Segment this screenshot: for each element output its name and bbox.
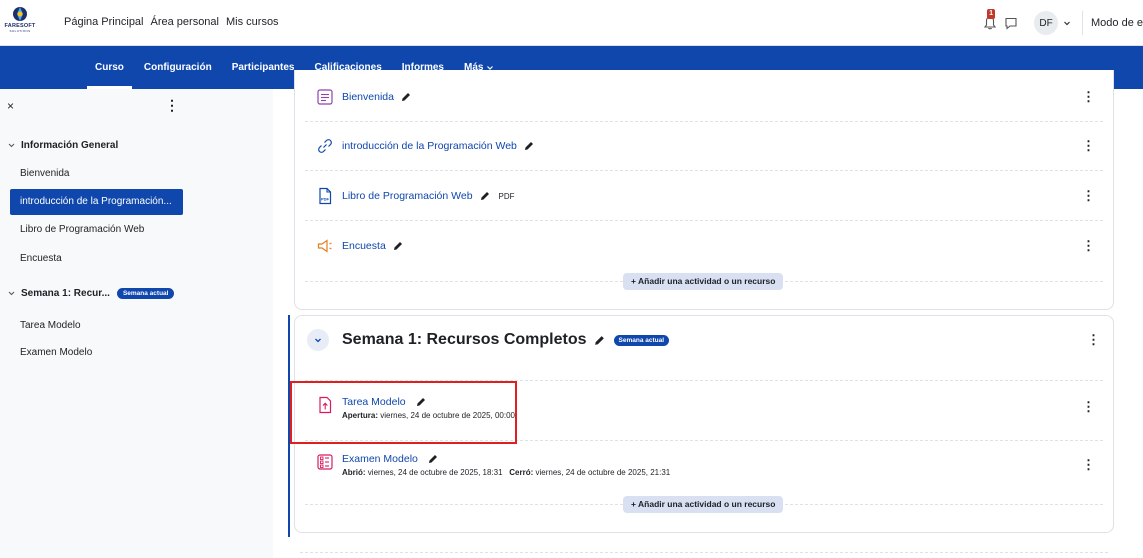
divider: [1082, 11, 1084, 35]
svg-text:PDF: PDF: [321, 197, 330, 202]
drawer-item-tarea[interactable]: Tarea Modelo: [20, 320, 81, 331]
divider: [305, 220, 1103, 221]
activity-actions-kebab-icon[interactable]: ⋮: [1082, 138, 1095, 154]
nav-home[interactable]: Página Principal: [64, 16, 144, 28]
megaphone-icon: [317, 239, 332, 253]
top-navbar: FARESOFT SOLUTIONS Página Principal Área…: [0, 0, 1143, 46]
file-type-label: PDF: [498, 191, 515, 201]
tab-course[interactable]: Curso: [87, 46, 132, 89]
pencil-icon[interactable]: [427, 453, 439, 465]
current-week-badge: Semana actual: [116, 288, 175, 299]
edit-mode-toggle-label[interactable]: Modo de e: [1091, 17, 1143, 29]
highlight-annotation-box: [290, 381, 517, 444]
drawer-section-general[interactable]: Información General: [7, 140, 118, 151]
divider: [305, 170, 1103, 171]
date-value: viernes, 24 de octubre de 2025, 21:31: [533, 468, 671, 478]
drawer-item-examen[interactable]: Examen Modelo: [20, 347, 92, 358]
nav-dashboard[interactable]: Área personal: [151, 16, 220, 28]
add-activity-button[interactable]: + Añadir una actividad o un recurso: [623, 273, 784, 290]
divider: [305, 121, 1103, 122]
activity-actions-kebab-icon[interactable]: ⋮: [1082, 399, 1095, 415]
drawer-item-active[interactable]: introducción de la Programación...: [10, 189, 183, 215]
activity-feedback: Encuesta: [316, 237, 404, 255]
current-week-badge: Semana actual: [613, 334, 670, 346]
notifications-button[interactable]: 1: [982, 9, 998, 31]
pencil-icon[interactable]: [479, 190, 491, 202]
date-value: viernes, 24 de octubre de 2025, 18:31: [365, 468, 503, 478]
drawer-item-libro[interactable]: Libro de Programación Web: [20, 224, 144, 235]
tab-participants[interactable]: Participantes: [232, 46, 295, 89]
collapse-section-button[interactable]: [307, 329, 329, 351]
close-drawer-button[interactable]: ×: [7, 99, 14, 113]
pdf-icon: PDF: [319, 187, 332, 205]
quiz-icon: [317, 454, 333, 470]
activity-link[interactable]: Libro de Programación Web: [342, 190, 473, 202]
activity-quiz: Examen Modelo Abrió: viernes, 24 de octu…: [316, 453, 670, 477]
page-icon: [317, 89, 333, 105]
tab-settings[interactable]: Configuración: [144, 46, 212, 89]
activity-link[interactable]: Encuesta: [342, 240, 386, 252]
drawer-section-title: Información General: [21, 140, 119, 151]
notification-count-badge: 1: [987, 9, 996, 19]
pencil-icon[interactable]: [593, 334, 606, 347]
messages-icon[interactable]: [1004, 16, 1018, 30]
site-logo[interactable]: FARESOFT SOLUTIONS: [5, 6, 35, 40]
activity-book: PDF Libro de Programación Web PDF: [316, 187, 515, 205]
activity-actions-kebab-icon[interactable]: ⋮: [1082, 457, 1095, 473]
activity-link[interactable]: introducción de la Programación Web: [342, 140, 517, 152]
user-menu-area: 1 DF Modo de e: [982, 8, 1143, 38]
nav-my-courses[interactable]: Mis cursos: [226, 16, 279, 28]
drawer-section-week1[interactable]: Semana 1: Recur... Semana actual: [7, 288, 175, 299]
pencil-icon[interactable]: [400, 91, 412, 103]
logo-subtext: SOLUTIONS: [9, 29, 31, 33]
activity-link[interactable]: Examen Modelo: [342, 453, 418, 465]
drawer-options-kebab-icon[interactable]: ⋮: [165, 97, 179, 114]
chevron-down-icon: [315, 338, 321, 343]
chevron-down-icon: [8, 143, 15, 148]
chevron-down-icon[interactable]: [1062, 18, 1072, 28]
logo-mark-icon: [13, 7, 27, 21]
tab-course-label: Curso: [95, 62, 124, 73]
date-label: Cerró:: [509, 468, 534, 478]
section-actions-kebab-icon[interactable]: ⋮: [1087, 332, 1100, 348]
activity-actions-kebab-icon[interactable]: ⋮: [1082, 188, 1095, 204]
drawer-item-bienvenida[interactable]: Bienvenida: [20, 168, 69, 179]
date-label: Abrió:: [342, 468, 366, 478]
activity-actions-kebab-icon[interactable]: ⋮: [1082, 238, 1095, 254]
drawer-section-title: Semana 1: Recur...: [21, 288, 110, 299]
activity-actions-kebab-icon[interactable]: ⋮: [1082, 89, 1095, 105]
link-icon: [318, 139, 332, 153]
chevron-down-icon: [8, 291, 15, 296]
activity-link[interactable]: Bienvenida: [342, 91, 394, 103]
drawer-item-encuesta[interactable]: Encuesta: [20, 253, 62, 264]
add-activity-button[interactable]: + Añadir una actividad o un recurso: [623, 496, 784, 513]
section-title: Semana 1: Recursos Completos: [342, 331, 587, 348]
pencil-icon[interactable]: [523, 140, 535, 152]
tab-settings-label: Configuración: [143, 62, 212, 73]
divider: [300, 552, 1108, 553]
course-index-drawer: × ⋮ Información General Bienvenida intro…: [0, 89, 273, 558]
activity-dates: Abrió: viernes, 24 de octubre de 2025, 1…: [342, 468, 670, 477]
activity-bienvenida: Bienvenida: [316, 88, 412, 106]
user-avatar[interactable]: DF: [1034, 11, 1059, 35]
section-header-week1: Semana 1: Recursos Completos Semana actu…: [307, 329, 670, 351]
activity-url: introducción de la Programación Web: [316, 137, 535, 155]
tab-participants-label: Participantes: [231, 62, 295, 73]
primary-navigation: Página Principal Área personal Mis curso…: [64, 16, 279, 28]
pencil-icon[interactable]: [392, 240, 404, 252]
